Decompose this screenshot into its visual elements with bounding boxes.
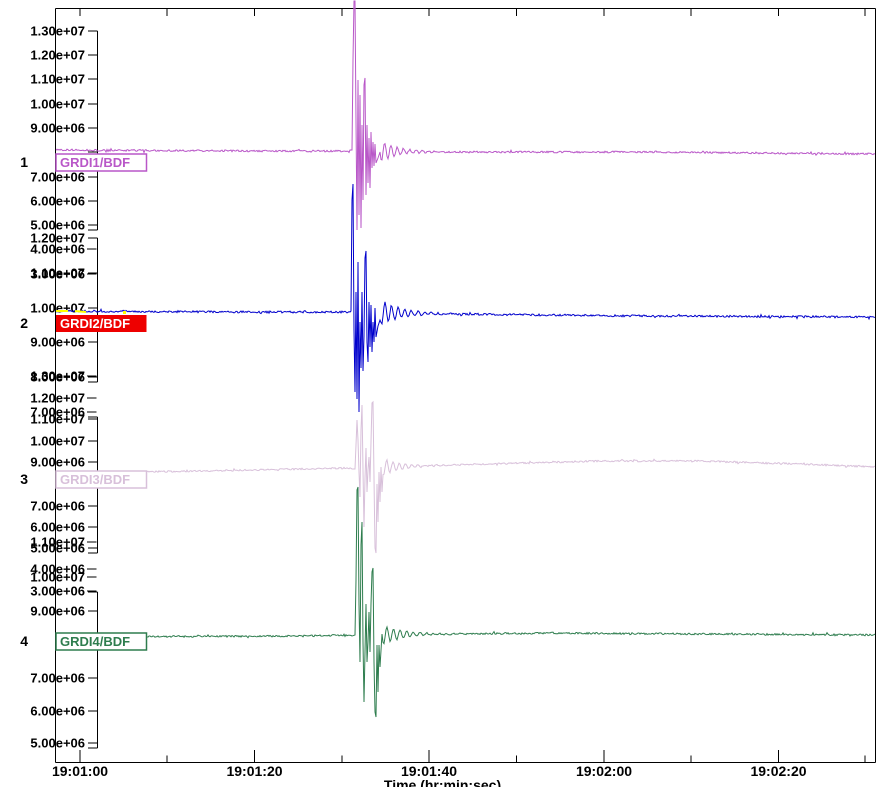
highlight-marker <box>123 311 126 314</box>
y-axis-tick-label: 6.00e+06 <box>30 520 85 535</box>
y-axis-tick-label: 1.20e+07 <box>30 391 85 406</box>
trace-number: 3 <box>20 471 28 487</box>
y-axis-tick-label: 1.20e+07 <box>30 48 85 63</box>
y-axis-tick-label: 1.10e+07 <box>30 535 85 550</box>
y-axis-tick-label: 1.00e+07 <box>30 434 85 449</box>
y-axis-tick-label: 6.00e+06 <box>30 194 85 209</box>
plot-area[interactable]: 19:01:0019:01:2019:01:4019:02:0019:02:20… <box>0 0 885 787</box>
y-axis-tick-label: 5.00e+06 <box>30 736 85 751</box>
trace-number: 1 <box>20 154 28 170</box>
x-axis-title: Time (hr:min:sec) <box>0 777 885 787</box>
y-axis-tick-label: 7.00e+06 <box>30 499 85 514</box>
seismic-waveform-viewer: 19:01:0019:01:2019:01:4019:02:0019:02:20… <box>0 0 885 787</box>
y-axis-tick-label: 1.10e+07 <box>30 412 85 427</box>
trace-label-text: GRDI2/BDF <box>60 316 130 331</box>
y-axis-tick-label: 1.20e+07 <box>30 231 85 246</box>
y-axis-tick-label: 1.30e+07 <box>30 24 85 39</box>
y-axis-tick-label: 9.00e+06 <box>30 121 85 136</box>
y-axis-tick-label: 1.30e+07 <box>30 369 85 384</box>
y-axis-tick-label: 3.00e+06 <box>30 584 85 599</box>
highlight-marker <box>75 311 86 312</box>
y-axis-tick-label: 1.00e+07 <box>30 570 85 585</box>
y-axis-tick-label: 9.00e+06 <box>30 335 85 350</box>
trace-waveform-3[interactable] <box>56 402 875 553</box>
y-axis-tick-label: 1.10e+07 <box>30 72 85 87</box>
trace-label-text: GRDI1/BDF <box>60 155 130 170</box>
trace-number: 2 <box>20 315 28 331</box>
y-axis-tick-label: 6.00e+06 <box>30 704 85 719</box>
y-axis-tick-label: 7.00e+06 <box>30 671 85 686</box>
trace-waveform-4[interactable] <box>56 487 875 717</box>
trace-label-text: GRDI3/BDF <box>60 472 130 487</box>
trace-number: 4 <box>20 633 28 649</box>
y-axis-tick-label: 1.10e+07 <box>30 266 85 281</box>
y-axis-tick-label: 1.00e+07 <box>30 97 85 112</box>
y-axis-tick-label: 9.00e+06 <box>30 455 85 470</box>
y-axis-tick-label: 1.00e+07 <box>30 301 85 316</box>
y-axis-tick-label: 9.00e+06 <box>30 604 85 619</box>
trace-waveform-2[interactable] <box>56 184 875 412</box>
trace-label-text: GRDI4/BDF <box>60 634 130 649</box>
trace-waveform-1[interactable] <box>56 1 875 230</box>
